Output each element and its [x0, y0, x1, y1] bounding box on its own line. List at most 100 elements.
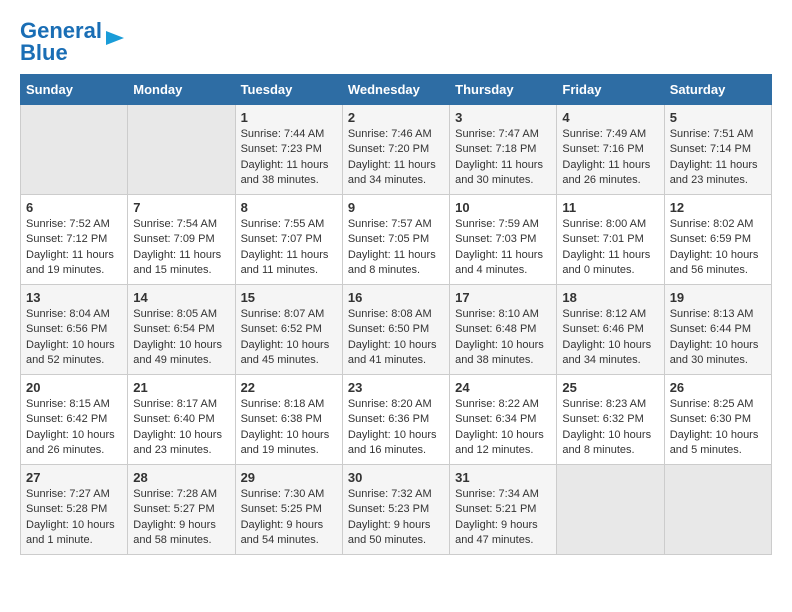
day-number: 7 [133, 200, 229, 215]
day-cell: 3 Sunrise: 7:47 AMSunset: 7:18 PMDaylight… [450, 105, 557, 195]
day-info: Sunrise: 7:54 AMSunset: 7:09 PMDaylight:… [133, 217, 229, 279]
day-number: 25 [562, 380, 658, 395]
day-cell: 5 Sunrise: 7:51 AMSunset: 7:14 PMDaylight… [664, 105, 771, 195]
day-info: Sunrise: 7:49 AMSunset: 7:16 PMDaylight:… [562, 127, 658, 189]
day-cell: 17 Sunrise: 8:10 AMSunset: 6:48 PMDayligh… [450, 285, 557, 375]
day-cell: 11Sunrise: 8:00 AMSunset: 7:01 PMDayligh… [557, 195, 664, 285]
column-header-tuesday: Tuesday [235, 75, 342, 105]
column-header-saturday: Saturday [664, 75, 771, 105]
day-number: 29 [241, 470, 337, 485]
day-number: 17 [455, 290, 551, 305]
day-info: Sunrise: 8:05 AMSunset: 6:54 PMDaylight:… [133, 307, 229, 369]
day-info: Sunrise: 7:51 AMSunset: 7:14 PMDaylight:… [670, 127, 766, 189]
day-cell: 12Sunrise: 8:02 AMSunset: 6:59 PMDayligh… [664, 195, 771, 285]
day-cell: 31 Sunrise: 7:34 AMSunset: 5:21 PMDayligh… [450, 465, 557, 555]
day-info: Sunrise: 7:27 AMSunset: 5:28 PMDaylight:… [26, 487, 122, 549]
day-cell: 2 Sunrise: 7:46 AMSunset: 7:20 PMDaylight… [342, 105, 449, 195]
day-number: 31 [455, 470, 551, 485]
day-cell [664, 465, 771, 555]
day-info: Sunrise: 8:04 AMSunset: 6:56 PMDaylight:… [26, 307, 122, 369]
day-number: 16 [348, 290, 444, 305]
day-cell: 24Sunrise: 8:22 AMSunset: 6:34 PMDayligh… [450, 375, 557, 465]
day-number: 3 [455, 110, 551, 125]
day-cell: 1 Sunrise: 7:44 AMSunset: 7:23 PMDaylight… [235, 105, 342, 195]
column-header-wednesday: Wednesday [342, 75, 449, 105]
page-header: General Blue [20, 20, 772, 64]
day-cell: 22 Sunrise: 8:18 AMSunset: 6:38 PMDayligh… [235, 375, 342, 465]
day-cell: 13Sunrise: 8:04 AMSunset: 6:56 PMDayligh… [21, 285, 128, 375]
column-header-sunday: Sunday [21, 75, 128, 105]
day-cell: 15Sunrise: 8:07 AMSunset: 6:52 PMDayligh… [235, 285, 342, 375]
column-header-thursday: Thursday [450, 75, 557, 105]
day-info: Sunrise: 7:57 AMSunset: 7:05 PMDaylight:… [348, 217, 444, 279]
day-number: 9 [348, 200, 444, 215]
day-info: Sunrise: 7:34 AMSunset: 5:21 PMDaylight:… [455, 487, 551, 549]
day-cell: 8Sunrise: 7:55 AMSunset: 7:07 PMDaylight… [235, 195, 342, 285]
calendar-table: SundayMondayTuesdayWednesdayThursdayFrid… [20, 74, 772, 555]
day-cell [128, 105, 235, 195]
week-row-1: 1 Sunrise: 7:44 AMSunset: 7:23 PMDaylight… [21, 105, 772, 195]
day-number: 4 [562, 110, 658, 125]
day-cell: 16 Sunrise: 8:08 AMSunset: 6:50 PMDayligh… [342, 285, 449, 375]
day-info: Sunrise: 7:52 AMSunset: 7:12 PMDaylight:… [26, 217, 122, 279]
day-number: 2 [348, 110, 444, 125]
day-cell: 30 Sunrise: 7:32 AMSunset: 5:23 PMDayligh… [342, 465, 449, 555]
day-number: 30 [348, 470, 444, 485]
day-cell: 19 Sunrise: 8:13 AMSunset: 6:44 PMDayligh… [664, 285, 771, 375]
week-row-4: 20 Sunrise: 8:15 AMSunset: 6:42 PMDayligh… [21, 375, 772, 465]
day-info: Sunrise: 8:02 AMSunset: 6:59 PMDaylight:… [670, 217, 766, 279]
day-info: Sunrise: 7:30 AMSunset: 5:25 PMDaylight:… [241, 487, 337, 549]
day-cell: 7 Sunrise: 7:54 AMSunset: 7:09 PMDaylight… [128, 195, 235, 285]
day-number: 5 [670, 110, 766, 125]
day-info: Sunrise: 8:00 AMSunset: 7:01 PMDaylight:… [562, 217, 658, 279]
day-number: 1 [241, 110, 337, 125]
day-cell [557, 465, 664, 555]
day-cell: 21 Sunrise: 8:17 AMSunset: 6:40 PMDayligh… [128, 375, 235, 465]
day-number: 22 [241, 380, 337, 395]
day-number: 8 [241, 200, 337, 215]
day-number: 23 [348, 380, 444, 395]
day-cell: 27 Sunrise: 7:27 AMSunset: 5:28 PMDayligh… [21, 465, 128, 555]
day-cell: 10 Sunrise: 7:59 AMSunset: 7:03 PMDayligh… [450, 195, 557, 285]
day-info: Sunrise: 8:23 AMSunset: 6:32 PMDaylight:… [562, 397, 658, 459]
day-info: Sunrise: 7:32 AMSunset: 5:23 PMDaylight:… [348, 487, 444, 549]
day-info: Sunrise: 8:13 AMSunset: 6:44 PMDaylight:… [670, 307, 766, 369]
column-header-monday: Monday [128, 75, 235, 105]
day-number: 20 [26, 380, 122, 395]
day-info: Sunrise: 8:08 AMSunset: 6:50 PMDaylight:… [348, 307, 444, 369]
day-number: 10 [455, 200, 551, 215]
logo-arrow-icon [104, 27, 126, 49]
day-info: Sunrise: 7:59 AMSunset: 7:03 PMDaylight:… [455, 217, 551, 279]
day-info: Sunrise: 8:15 AMSunset: 6:42 PMDaylight:… [26, 397, 122, 459]
day-cell: 4 Sunrise: 7:49 AMSunset: 7:16 PMDaylight… [557, 105, 664, 195]
week-row-3: 13Sunrise: 8:04 AMSunset: 6:56 PMDayligh… [21, 285, 772, 375]
day-number: 19 [670, 290, 766, 305]
day-number: 6 [26, 200, 122, 215]
day-cell: 23 Sunrise: 8:20 AMSunset: 6:36 PMDayligh… [342, 375, 449, 465]
day-info: Sunrise: 7:47 AMSunset: 7:18 PMDaylight:… [455, 127, 551, 189]
logo: General Blue [20, 20, 126, 64]
day-cell [21, 105, 128, 195]
day-info: Sunrise: 7:46 AMSunset: 7:20 PMDaylight:… [348, 127, 444, 189]
day-cell: 25 Sunrise: 8:23 AMSunset: 6:32 PMDayligh… [557, 375, 664, 465]
day-number: 18 [562, 290, 658, 305]
logo-text: General Blue [20, 20, 102, 64]
day-cell: 18 Sunrise: 8:12 AMSunset: 6:46 PMDayligh… [557, 285, 664, 375]
day-info: Sunrise: 8:18 AMSunset: 6:38 PMDaylight:… [241, 397, 337, 459]
day-number: 26 [670, 380, 766, 395]
day-number: 21 [133, 380, 229, 395]
day-cell: 28Sunrise: 7:28 AMSunset: 5:27 PMDayligh… [128, 465, 235, 555]
day-info: Sunrise: 8:07 AMSunset: 6:52 PMDaylight:… [241, 307, 337, 369]
day-info: Sunrise: 8:25 AMSunset: 6:30 PMDaylight:… [670, 397, 766, 459]
day-info: Sunrise: 7:44 AMSunset: 7:23 PMDaylight:… [241, 127, 337, 189]
week-row-5: 27 Sunrise: 7:27 AMSunset: 5:28 PMDayligh… [21, 465, 772, 555]
day-info: Sunrise: 8:20 AMSunset: 6:36 PMDaylight:… [348, 397, 444, 459]
day-info: Sunrise: 8:12 AMSunset: 6:46 PMDaylight:… [562, 307, 658, 369]
day-number: 27 [26, 470, 122, 485]
day-info: Sunrise: 8:17 AMSunset: 6:40 PMDaylight:… [133, 397, 229, 459]
day-info: Sunrise: 8:10 AMSunset: 6:48 PMDaylight:… [455, 307, 551, 369]
day-cell: 29 Sunrise: 7:30 AMSunset: 5:25 PMDayligh… [235, 465, 342, 555]
day-cell: 20 Sunrise: 8:15 AMSunset: 6:42 PMDayligh… [21, 375, 128, 465]
day-cell: 9 Sunrise: 7:57 AMSunset: 7:05 PMDaylight… [342, 195, 449, 285]
day-number: 14 [133, 290, 229, 305]
